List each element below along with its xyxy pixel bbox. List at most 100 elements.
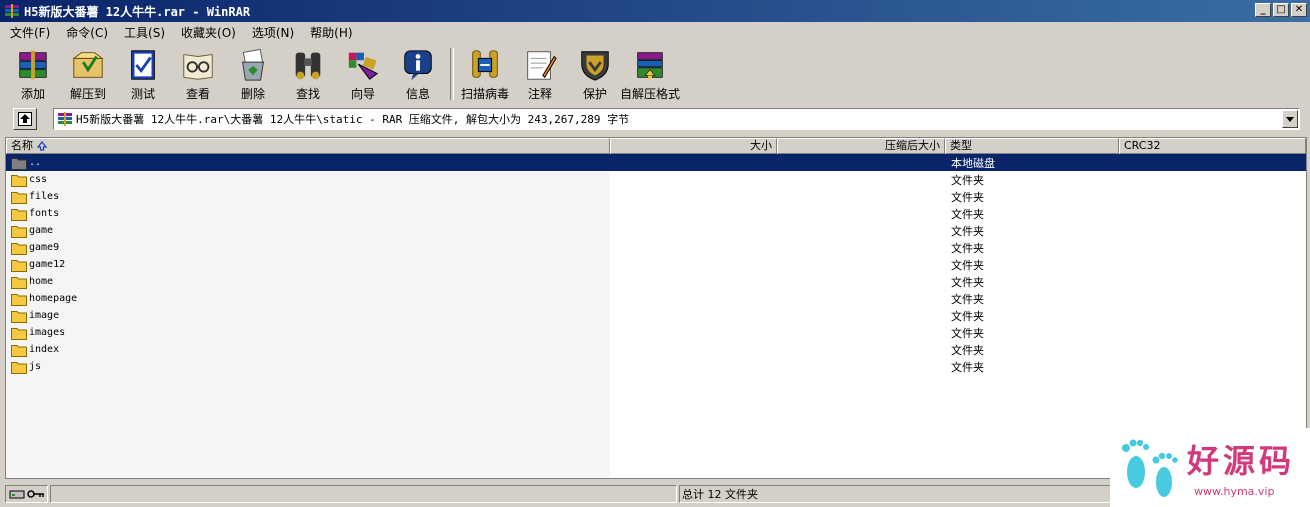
table-row[interactable]: js 文件夹 [6, 358, 1306, 375]
wizard-button[interactable]: 向导 [336, 44, 390, 102]
path-text: H5新版大番薯 12人牛牛.rar\大番薯 12人牛牛\static - RAR… [76, 113, 630, 126]
key-icon [26, 490, 44, 498]
column-header-name[interactable]: 名称 [6, 138, 610, 154]
file-name: js [29, 361, 42, 372]
table-row[interactable]: index 文件夹 [6, 341, 1306, 358]
menu-tools[interactable]: 工具(S) [114, 24, 171, 41]
folder-icon [11, 174, 27, 187]
selection-status-panel [50, 485, 677, 503]
column-header-crc32[interactable]: CRC32 [1119, 138, 1306, 154]
find-label: 查找 [295, 87, 320, 101]
protect-button[interactable]: 保护 [568, 44, 622, 102]
file-name: homepage [29, 293, 78, 304]
find-binoculars-icon [295, 52, 321, 80]
close-button[interactable]: ✕ [1291, 3, 1307, 17]
window-title: H5新版大番薯 12人牛牛.rar - WinRAR [24, 4, 251, 19]
table-row[interactable]: homepage 文件夹 [6, 290, 1306, 307]
table-row[interactable]: images 文件夹 [6, 324, 1306, 341]
file-name: .. [29, 157, 42, 168]
add-button[interactable]: 添加 [6, 44, 60, 102]
file-name: image [29, 310, 60, 321]
menu-commands[interactable]: 命令(C) [56, 24, 114, 41]
file-type: 文件夹 [951, 173, 984, 187]
watermark-url: www.hyma.vip [1194, 485, 1275, 498]
parent-folder-icon [11, 157, 27, 170]
folder-icon [11, 276, 27, 289]
menu-favorites[interactable]: 收藏夹(O) [171, 24, 242, 41]
file-type: 文件夹 [951, 326, 984, 340]
extract-to-button[interactable]: 解压到 [61, 44, 115, 102]
file-name: game [29, 225, 54, 236]
folder-icon [11, 191, 27, 204]
table-row[interactable]: css 文件夹 [6, 171, 1306, 188]
menu-file[interactable]: 文件(F) [0, 24, 56, 41]
view-label: 查看 [185, 87, 210, 101]
menu-options[interactable]: 选项(N) [242, 24, 300, 41]
list-header: 名称 大小 压缩后大小 类型 CRC32 [6, 138, 1306, 154]
file-name: game12 [29, 259, 66, 270]
wizard-label: 向导 [350, 87, 375, 101]
test-label: 测试 [130, 87, 155, 101]
watermark-text: 好源码 [1187, 442, 1296, 480]
maximize-button[interactable]: □ [1273, 3, 1289, 17]
table-row[interactable]: game12 文件夹 [6, 256, 1306, 273]
file-type: 本地磁盘 [951, 156, 995, 170]
find-button[interactable]: 查找 [281, 44, 335, 102]
comment-icon [527, 51, 557, 80]
watermark: 好源码 www.hyma.vip [1110, 428, 1310, 507]
drive-status-panel[interactable] [5, 485, 48, 503]
extract-to-icon [72, 52, 104, 78]
file-name: home [29, 276, 54, 287]
extract-to-label: 解压到 [69, 87, 106, 101]
path-combobox[interactable]: H5新版大番薯 12人牛牛.rar\大番薯 12人牛牛\static - RAR… [53, 108, 1300, 130]
delete-button[interactable]: 删除 [226, 44, 280, 102]
minimize-button[interactable]: _ [1255, 3, 1271, 17]
table-row[interactable]: files 文件夹 [6, 188, 1306, 205]
folder-icon [11, 242, 27, 255]
table-row-parent[interactable]: .. 本地磁盘 [6, 154, 1306, 171]
info-button[interactable]: 信息 [391, 44, 445, 102]
test-button[interactable]: 测试 [116, 44, 170, 102]
toolbar: 添加 解压到 测试 查看 删除 查找 向导 信息 扫描病毒 注释 保护 自解压格… [6, 44, 680, 102]
delete-label: 删除 [240, 87, 265, 101]
file-name: images [29, 327, 66, 338]
virus-scan-button[interactable]: 扫描病毒 [458, 44, 512, 102]
column-header-packed[interactable]: 压缩后大小 [777, 138, 945, 154]
file-type: 文件夹 [951, 292, 984, 306]
rar-archive-icon [58, 112, 72, 126]
folder-icon [11, 293, 27, 306]
column-header-size[interactable]: 大小 [610, 138, 777, 154]
table-row[interactable]: home 文件夹 [6, 273, 1306, 290]
file-type: 文件夹 [951, 241, 984, 255]
table-row[interactable]: image 文件夹 [6, 307, 1306, 324]
comment-label: 注释 [527, 87, 552, 101]
folder-icon [11, 327, 27, 340]
column-name-label: 名称 [11, 139, 33, 152]
folder-icon [11, 344, 27, 357]
folder-icon [11, 208, 27, 221]
folder-icon [11, 310, 27, 323]
file-type: 文件夹 [951, 207, 984, 221]
file-type: 文件夹 [951, 309, 984, 323]
sfx-button[interactable]: 自解压格式 [620, 44, 680, 102]
info-icon [404, 50, 432, 81]
view-button[interactable]: 查看 [171, 44, 225, 102]
table-row[interactable]: game 文件夹 [6, 222, 1306, 239]
sfx-icon [637, 52, 663, 80]
menu-help[interactable]: 帮助(H) [300, 24, 358, 41]
title-bar: H5新版大番薯 12人牛牛.rar - WinRAR _ □ ✕ [0, 0, 1310, 22]
file-type: 文件夹 [951, 275, 984, 289]
toolbar-separator [450, 48, 454, 100]
winrar-app-icon[interactable] [4, 3, 20, 19]
path-dropdown-button[interactable] [1282, 110, 1298, 128]
file-type: 文件夹 [951, 360, 984, 374]
column-header-type[interactable]: 类型 [945, 138, 1119, 154]
sort-ascending-icon [37, 141, 47, 151]
window-controls: _ □ ✕ [1255, 3, 1307, 17]
up-folder-button[interactable] [13, 108, 37, 130]
table-row[interactable]: game9 文件夹 [6, 239, 1306, 256]
comment-button[interactable]: 注释 [513, 44, 567, 102]
file-type: 文件夹 [951, 224, 984, 238]
table-row[interactable]: fonts 文件夹 [6, 205, 1306, 222]
folder-icon [11, 361, 27, 374]
